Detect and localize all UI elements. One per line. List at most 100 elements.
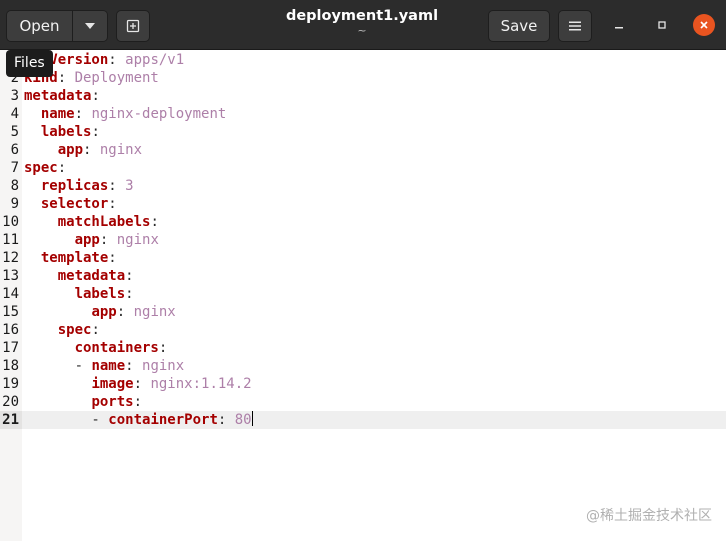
code-line[interactable]: 17 containers: — [0, 339, 726, 357]
save-button[interactable]: Save — [488, 10, 550, 42]
yaml-key: spec — [57, 322, 92, 338]
code-line[interactable]: 20 ports: — [0, 393, 726, 411]
yaml-separator: : — [91, 322, 100, 338]
code-line[interactable]: 9 selector: — [0, 195, 726, 213]
yaml-separator: : — [91, 88, 100, 104]
code-text: name: nginx-deployment — [24, 105, 226, 123]
line-number: 21 — [0, 411, 22, 429]
yaml-separator: : — [133, 376, 151, 392]
indent: - — [24, 412, 109, 428]
line-number: 18 — [2, 358, 19, 374]
yaml-key: containerPort — [108, 412, 218, 428]
code-line[interactable]: 3 metadata: — [0, 87, 726, 105]
yaml-key: name — [40, 106, 75, 122]
yaml-value: 3 — [125, 178, 134, 194]
header-bar: Open deployment1.yaml ~ Save — [0, 0, 726, 50]
yaml-key: containers — [74, 340, 159, 356]
hamburger-menu-button[interactable] — [558, 10, 592, 42]
code-line[interactable]: 15 app: nginx — [0, 303, 726, 321]
yaml-value: nginx:1.14.2 — [150, 376, 252, 392]
open-button[interactable]: Open — [7, 11, 73, 41]
yaml-key: labels — [74, 286, 126, 302]
yaml-separator: : — [108, 196, 117, 212]
line-number: 6 — [10, 142, 19, 158]
open-recent-dropdown-button[interactable] — [73, 11, 107, 41]
code-line[interactable]: 14 labels: — [0, 285, 726, 303]
yaml-key: app — [57, 142, 84, 158]
yaml-key: ports — [91, 394, 134, 410]
maximize-button[interactable] — [653, 16, 671, 34]
yaml-value: nginx — [133, 304, 176, 320]
yaml-separator: : — [150, 214, 159, 230]
minimize-button[interactable] — [610, 16, 628, 34]
yaml-key: app — [74, 232, 100, 248]
code-text: - name: nginx — [24, 357, 185, 375]
new-tab-button[interactable] — [116, 10, 150, 42]
code-text: - containerPort: 80 — [24, 411, 253, 429]
yaml-separator: : — [91, 124, 100, 140]
code-text: spec: — [24, 321, 100, 339]
yaml-value: nginx — [116, 232, 159, 248]
code-line[interactable]: 11 app: nginx — [0, 231, 726, 249]
code-line[interactable]: 13 metadata: — [0, 267, 726, 285]
code-text: template: — [24, 249, 117, 267]
code-text: labels: — [24, 123, 100, 141]
code-text: matchLabels: — [24, 213, 159, 231]
yaml-separator: : — [108, 250, 117, 266]
yaml-separator: : — [57, 70, 75, 86]
line-number: 19 — [2, 376, 19, 392]
yaml-key: metadata — [24, 88, 92, 104]
yaml-value: nginx — [142, 358, 185, 374]
maximize-icon — [658, 21, 666, 29]
close-button[interactable] — [693, 14, 715, 36]
code-line[interactable]: 1apiVersion: apps/v1 — [0, 51, 726, 69]
yaml-key: name — [91, 358, 126, 374]
watermark: @稀土掘金技术社区 — [586, 508, 712, 524]
code-line[interactable]: 8 replicas: 3 — [0, 177, 726, 195]
yaml-key: matchLabels — [57, 214, 151, 230]
code-text: spec: — [24, 159, 66, 177]
code-line[interactable]: 16 spec: — [0, 321, 726, 339]
yaml-separator: : — [99, 232, 117, 248]
line-number: 8 — [10, 178, 19, 194]
code-line[interactable]: 10 matchLabels: — [0, 213, 726, 231]
files-tooltip: Files — [6, 50, 53, 77]
line-number: 4 — [10, 106, 19, 122]
code-text: ports: — [24, 393, 142, 411]
code-line[interactable]: 6 app: nginx — [0, 141, 726, 159]
line-number: 14 — [2, 286, 19, 302]
new-document-icon — [126, 19, 140, 33]
code-text: app: nginx — [24, 303, 176, 321]
yaml-separator: : — [83, 142, 100, 158]
chevron-down-icon — [85, 23, 95, 29]
code-line[interactable]: 5 labels: — [0, 123, 726, 141]
code-line[interactable]: 18 - name: nginx — [0, 357, 726, 375]
yaml-key: labels — [40, 124, 92, 140]
line-number: 11 — [2, 232, 19, 248]
line-number: 20 — [2, 394, 19, 410]
code-line[interactable]: 19 image: nginx:1.14.2 — [0, 375, 726, 393]
yaml-separator: : — [133, 394, 143, 410]
code-line[interactable]: 12 template: — [0, 249, 726, 267]
code-line[interactable]: 7 spec: — [0, 159, 726, 177]
text-editor[interactable]: 1apiVersion: apps/v12kind: Deployment3me… — [0, 50, 726, 541]
code-text: metadata: — [24, 267, 134, 285]
yaml-key: image — [91, 376, 134, 392]
line-number: 5 — [10, 124, 19, 140]
code-line[interactable]: 4 name: nginx-deployment — [0, 105, 726, 123]
code-line[interactable]: 2 kind: Deployment — [0, 69, 726, 87]
text-cursor — [251, 411, 253, 426]
code-line[interactable]: 21 - containerPort: 80 — [0, 411, 726, 429]
code-text: replicas: 3 — [24, 177, 134, 195]
yaml-separator: : — [125, 358, 143, 374]
yaml-value: 80 — [234, 412, 252, 428]
